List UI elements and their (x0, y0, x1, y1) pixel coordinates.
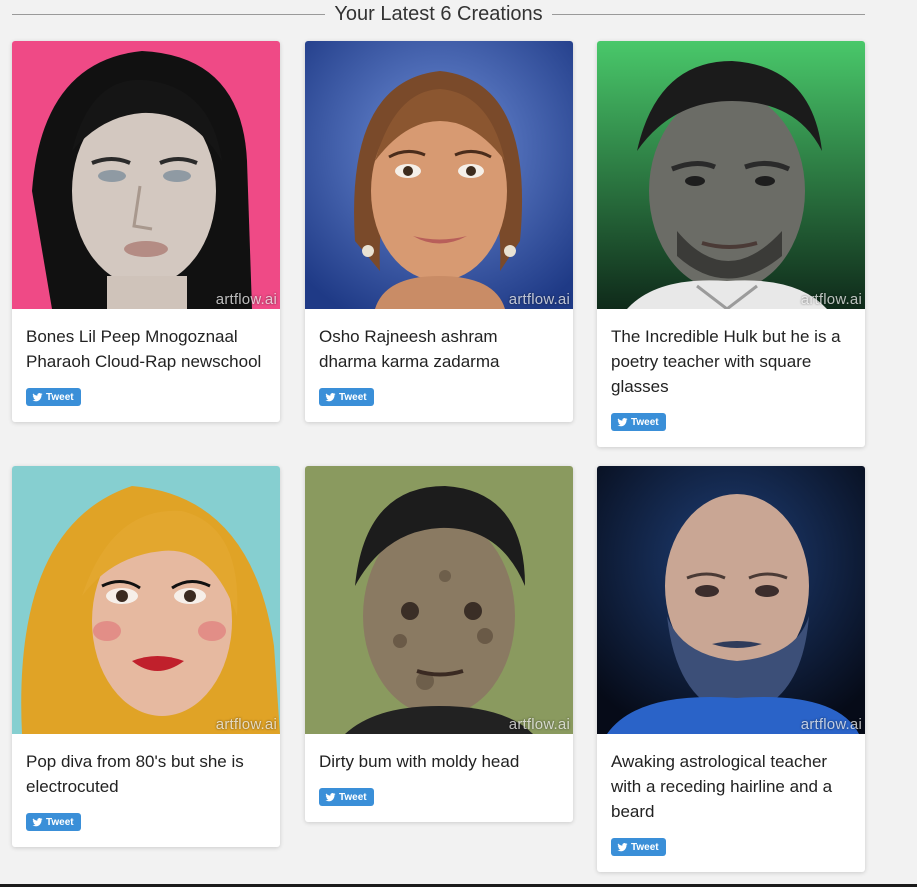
tweet-label: Tweet (339, 391, 367, 403)
card-body: The Incredible Hulk but he is a poetry t… (597, 309, 865, 447)
heading-rule-right (551, 13, 865, 15)
creation-caption: Osho Rajneesh ashram dharma karma zadarm… (319, 327, 500, 371)
watermark: artflow.ai (215, 716, 277, 733)
creation-image[interactable]: artflow.ai (12, 466, 280, 734)
watermark: artflow.ai (800, 291, 862, 308)
creation-card: artflow.ai Pop diva from 80's but she is… (12, 466, 280, 847)
portrait-bald-man-beard (597, 466, 865, 734)
tweet-button[interactable]: Tweet (611, 413, 666, 431)
creation-caption: Dirty bum with moldy head (319, 752, 520, 771)
tweet-label: Tweet (46, 816, 74, 828)
tweet-button[interactable]: Tweet (26, 388, 81, 406)
creation-caption: Bones Lil Peep Mnogoznaal Pharaoh Cloud-… (26, 327, 262, 371)
creation-image[interactable]: artflow.ai (305, 466, 573, 734)
twitter-bird-icon (325, 392, 336, 401)
watermark: artflow.ai (508, 291, 570, 308)
creation-caption: The Incredible Hulk but he is a poetry t… (611, 327, 841, 396)
creation-image[interactable]: artflow.ai (597, 41, 865, 309)
creation-image[interactable]: artflow.ai (305, 41, 573, 309)
portrait-woman-blue-background (305, 41, 573, 309)
section-heading: Your Latest 6 Creations (12, 0, 865, 28)
creation-card: artflow.ai The Incredible Hulk but he is… (597, 41, 865, 447)
heading-rule-left (12, 13, 326, 15)
portrait-woman-dark-hair (12, 41, 280, 309)
twitter-bird-icon (325, 792, 336, 801)
watermark: artflow.ai (215, 291, 277, 308)
portrait-man-green-background (597, 41, 865, 309)
card-body: Pop diva from 80's but she is electrocut… (12, 734, 280, 847)
section-title: Your Latest 6 Creations (334, 2, 543, 25)
twitter-bird-icon (32, 392, 43, 401)
tweet-label: Tweet (46, 391, 74, 403)
watermark: artflow.ai (800, 716, 862, 733)
tweet-button[interactable]: Tweet (26, 813, 81, 831)
card-body: Bones Lil Peep Mnogoznaal Pharaoh Cloud-… (12, 309, 280, 422)
tweet-label: Tweet (631, 416, 659, 428)
creation-card: artflow.ai Dirty bum with moldy head Twe… (305, 466, 573, 822)
page: Your Latest 6 Creations artflow.ai Bones… (0, 0, 917, 887)
twitter-bird-icon (617, 417, 628, 426)
tweet-button[interactable]: Tweet (611, 838, 666, 856)
tweet-label: Tweet (631, 841, 659, 853)
creation-card: artflow.ai Osho Rajneesh ashram dharma k… (305, 41, 573, 422)
creation-card: artflow.ai Awaking astrological teacher … (597, 466, 865, 872)
creation-image[interactable]: artflow.ai (597, 466, 865, 734)
card-body: Osho Rajneesh ashram dharma karma zadarm… (305, 309, 573, 422)
portrait-man-moldy-face (305, 466, 573, 734)
card-body: Awaking astrological teacher with a rece… (597, 734, 865, 872)
twitter-bird-icon (617, 842, 628, 851)
card-body: Dirty bum with moldy head Tweet (305, 734, 573, 822)
portrait-woman-blonde (12, 466, 280, 734)
tweet-button[interactable]: Tweet (319, 788, 374, 806)
creation-card: artflow.ai Bones Lil Peep Mnogoznaal Pha… (12, 41, 280, 422)
watermark: artflow.ai (508, 716, 570, 733)
creation-caption: Pop diva from 80's but she is electrocut… (26, 752, 244, 796)
tweet-label: Tweet (339, 791, 367, 803)
tweet-button[interactable]: Tweet (319, 388, 374, 406)
twitter-bird-icon (32, 817, 43, 826)
creation-image[interactable]: artflow.ai (12, 41, 280, 309)
creation-caption: Awaking astrological teacher with a rece… (611, 752, 833, 821)
